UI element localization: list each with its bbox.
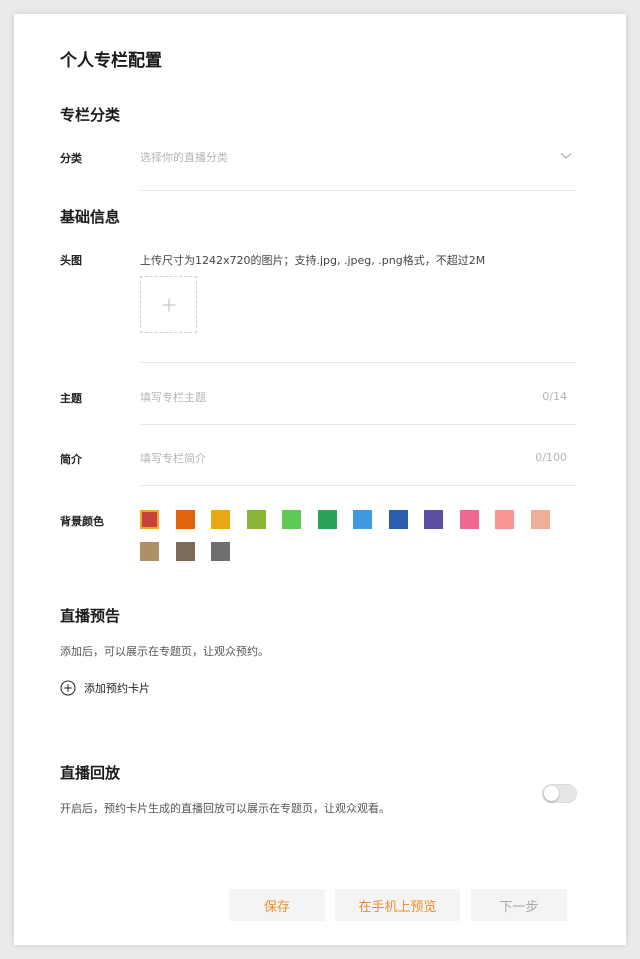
divider — [140, 362, 577, 363]
preview-on-phone-button[interactable]: 在手机上预览 — [335, 889, 460, 921]
color-swatch[interactable] — [318, 510, 337, 529]
color-swatch[interactable] — [247, 510, 266, 529]
divider — [140, 485, 577, 486]
plus-icon — [162, 298, 175, 311]
intro-char-counter: 0/100 — [535, 451, 567, 464]
color-swatch[interactable] — [211, 510, 230, 529]
color-swatch[interactable] — [389, 510, 408, 529]
topic-input[interactable]: 填写专栏主题 — [140, 389, 520, 405]
add-reservation-card-label: 添加预约卡片 — [84, 682, 150, 695]
intro-label: 简介 — [60, 453, 82, 466]
next-step-button[interactable]: 下一步 — [471, 889, 567, 921]
live-replay-section-title: 直播回放 — [60, 764, 121, 782]
live-replay-toggle[interactable] — [542, 784, 577, 803]
category-select[interactable]: 选择你的直播分类 — [140, 149, 580, 165]
add-reservation-card-button[interactable]: 添加预约卡片 — [60, 680, 150, 696]
basic-info-section-title: 基础信息 — [60, 208, 121, 226]
category-label: 分类 — [60, 152, 82, 165]
color-swatch[interactable] — [424, 510, 443, 529]
save-button[interactable]: 保存 — [229, 889, 325, 921]
color-swatch[interactable] — [495, 510, 514, 529]
chevron-down-icon[interactable] — [560, 152, 572, 160]
intro-input[interactable]: 填写专栏简介 — [140, 450, 520, 466]
cover-label: 头图 — [60, 254, 82, 267]
cover-upload-button[interactable] — [140, 276, 197, 333]
color-swatch[interactable] — [176, 542, 195, 561]
topic-char-counter: 0/14 — [542, 390, 567, 403]
category-section-title: 专栏分类 — [60, 106, 121, 124]
color-swatch[interactable] — [460, 510, 479, 529]
topic-label: 主题 — [60, 392, 82, 405]
divider — [140, 424, 577, 425]
color-swatch[interactable] — [531, 510, 550, 529]
color-swatch[interactable] — [282, 510, 301, 529]
color-swatch[interactable] — [140, 510, 159, 529]
bg-color-label: 背景颜色 — [60, 515, 104, 528]
live-replay-desc: 开启后，预约卡片生成的直播回放可以展示在专题页，让观众观看。 — [60, 802, 390, 815]
page-title: 个人专栏配置 — [60, 51, 162, 71]
divider — [140, 190, 577, 191]
plus-circle-icon — [60, 680, 76, 696]
live-preview-section-title: 直播预告 — [60, 607, 121, 625]
category-placeholder: 选择你的直播分类 — [140, 151, 228, 164]
toggle-knob — [544, 786, 559, 801]
live-preview-desc: 添加后，可以展示在专题页，让观众预约。 — [60, 645, 269, 658]
cover-hint: 上传尺寸为1242x720的图片；支持.jpg, .jpeg, .png格式，不… — [140, 254, 486, 267]
color-swatch[interactable] — [176, 510, 195, 529]
config-card: 个人专栏配置 专栏分类 分类 选择你的直播分类 基础信息 头图 上传尺寸为124… — [14, 14, 626, 945]
intro-placeholder: 填写专栏简介 — [140, 452, 206, 465]
topic-placeholder: 填写专栏主题 — [140, 391, 206, 404]
color-swatch[interactable] — [353, 510, 372, 529]
color-swatch[interactable] — [140, 542, 159, 561]
color-swatch[interactable] — [211, 542, 230, 561]
